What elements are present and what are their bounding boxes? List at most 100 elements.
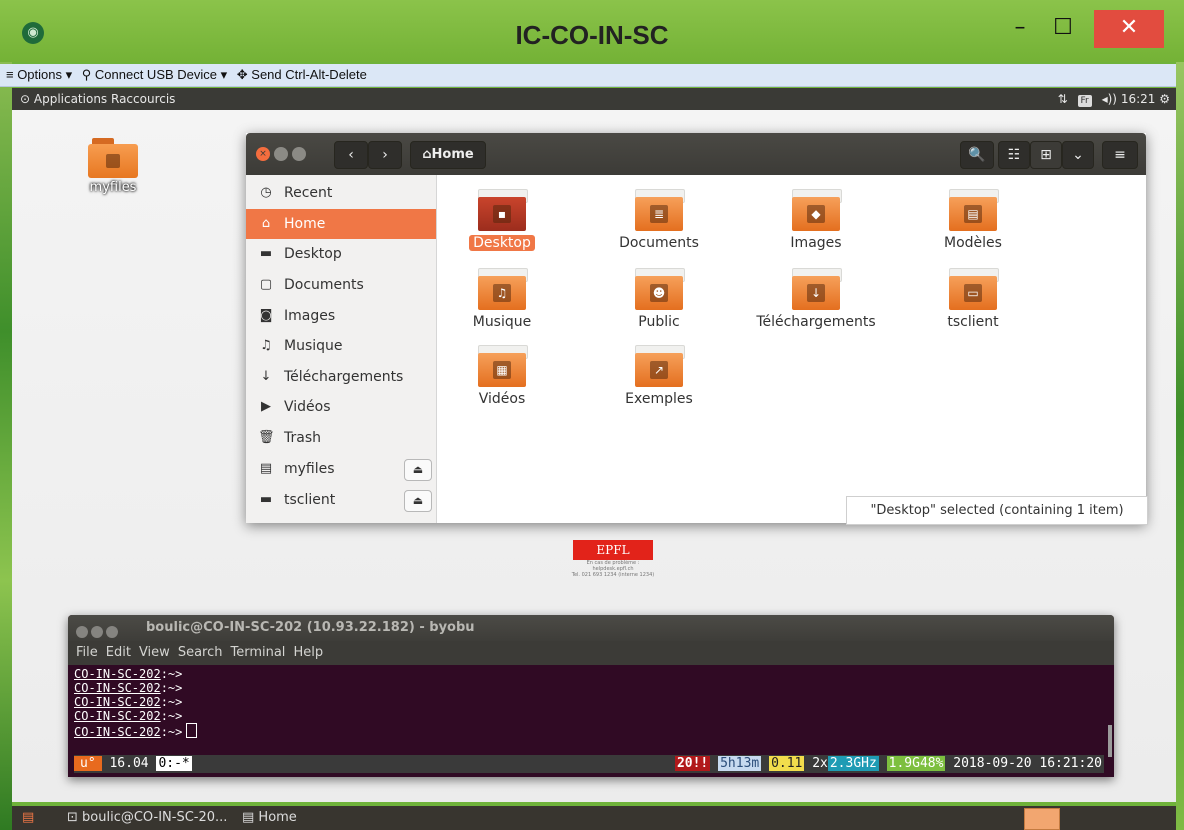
- sidebar-item-musique[interactable]: ♫ Musique: [246, 331, 436, 361]
- byobu-status-bar: u° 16.04 0:-* 20!! 5h13m 0.11 2x 2.3GHz 1…: [74, 755, 1104, 773]
- folder-label: Téléchargements: [756, 314, 876, 330]
- connect-usb-menu[interactable]: ⚲ Connect USB Device ▾: [82, 67, 227, 82]
- desktop-folder-icon: ▪: [478, 189, 528, 231]
- public-folder-icon: ☻: [635, 268, 685, 310]
- status-datetime: 2018-09-20 16:21:20: [953, 756, 1102, 771]
- terminal-output[interactable]: CO-IN-SC-202:~> CO-IN-SC-202:~> CO-IN-SC…: [74, 667, 1104, 757]
- sidebar-item-images[interactable]: ◙ Images: [246, 301, 436, 331]
- drive-icon: ▬: [259, 492, 273, 507]
- settings-gear-icon[interactable]: ⚙: [1159, 92, 1170, 106]
- raccourcis-menu[interactable]: Raccourcis: [111, 92, 175, 106]
- file-manager-window: × ‹ › ⌂Home 🔍 ☷ ⊞ ⌄ ≡ ◷ Recent ⌂ Home ▬ Des…: [246, 133, 1148, 525]
- sidebar-item-videos[interactable]: ▶ Vidéos: [246, 392, 436, 422]
- templates-folder-icon: ▤: [949, 189, 999, 231]
- sidebar: ◷ Recent ⌂ Home ▬ Desktop ▢ Documents ◙ Image…: [246, 175, 437, 523]
- epfl-logo: EPFL: [573, 540, 653, 560]
- keyboard-layout-indicator[interactable]: Fr: [1077, 95, 1092, 107]
- background-foliage-right: [1176, 0, 1184, 830]
- options-menu[interactable]: ≡ Options ▾: [6, 67, 72, 82]
- folder-item-public[interactable]: ☻ Public: [594, 268, 724, 330]
- sidebar-item-tsclient[interactable]: ▬ tsclient ⏏: [246, 485, 436, 515]
- folder-item-musique[interactable]: ♫ Musique: [437, 268, 567, 330]
- list-view-icon[interactable]: ☷: [998, 141, 1030, 169]
- folder-item-videos[interactable]: ▦ Vidéos: [437, 345, 567, 407]
- examples-folder-icon: ↗: [635, 345, 685, 387]
- folder-label: Documents: [619, 235, 699, 251]
- sidebar-item-home[interactable]: ⌂ Home: [246, 209, 436, 239]
- documents-folder-icon: ≣: [635, 189, 685, 231]
- sidebar-item-label: Recent: [284, 185, 333, 201]
- close-button[interactable]: ✕: [1094, 10, 1164, 48]
- eject-icon[interactable]: ⏏: [404, 459, 432, 481]
- status-updates: 20!!: [674, 756, 711, 771]
- window-titlebar[interactable]: ◉ IC-CO-IN-SC – ☐ ✕: [0, 0, 1184, 62]
- menu-terminal[interactable]: Terminal: [230, 645, 285, 660]
- status-window-tab[interactable]: 0:-*: [156, 756, 192, 771]
- sidebar-item-label: Vidéos: [284, 399, 331, 415]
- top-panel: ⊙ Applications Raccourcis ⇅ Fr ◂)) 16:21…: [12, 88, 1176, 110]
- file-manager-headerbar: × ‹ › ⌂Home 🔍 ☷ ⊞ ⌄ ≡: [246, 133, 1146, 175]
- desktop-icon: ▬: [259, 246, 273, 261]
- folder-item-images[interactable]: ◆ Images: [751, 189, 881, 251]
- taskbar-item-terminal[interactable]: ⊡ boulic@CO-IN-SC-20...: [67, 806, 227, 830]
- applications-menu[interactable]: ⊙ Applications: [20, 92, 107, 106]
- folder-item-desktop[interactable]: ▪ Desktop: [437, 189, 567, 251]
- fm-close-icon[interactable]: ×: [256, 147, 270, 161]
- sidebar-item-label: Musique: [284, 338, 343, 354]
- folder-item-documents[interactable]: ≣ Documents: [594, 189, 724, 251]
- clock[interactable]: 16:21: [1121, 92, 1156, 106]
- menu-help[interactable]: Help: [293, 645, 323, 660]
- menu-search[interactable]: Search: [178, 645, 223, 660]
- desktop-icon-myfiles[interactable]: myfiles: [78, 138, 148, 195]
- view-options-chevron-down-icon[interactable]: ⌄: [1062, 141, 1094, 169]
- sidebar-item-documents[interactable]: ▢ Documents: [246, 270, 436, 300]
- menu-edit[interactable]: Edit: [106, 645, 131, 660]
- show-desktop-icon[interactable]: ▤: [22, 806, 34, 830]
- forward-button[interactable]: ›: [368, 141, 402, 169]
- menu-view[interactable]: View: [139, 645, 170, 660]
- status-uptime: 5h13m: [718, 756, 762, 771]
- network-icon[interactable]: ⇅: [1058, 92, 1068, 106]
- folder-item-telechargements[interactable]: ↓ Téléchargements: [751, 268, 881, 330]
- images-folder-icon: ◆: [792, 189, 842, 231]
- send-ctrl-alt-delete-button[interactable]: ✥ Send Ctrl-Alt-Delete: [237, 67, 367, 82]
- menu-file[interactable]: File: [76, 645, 98, 660]
- sidebar-item-desktop[interactable]: ▬ Desktop: [246, 239, 436, 269]
- workspace-switcher[interactable]: [1024, 808, 1060, 830]
- fm-minimize-icon[interactable]: [274, 147, 288, 161]
- folder-item-exemples[interactable]: ↗ Exemples: [594, 345, 724, 407]
- viewer-toolbar: ≡ Options ▾ ⚲ Connect USB Device ▾ ✥ Sen…: [0, 64, 1176, 87]
- folder-label: Public: [638, 314, 680, 330]
- prompt-line: CO-IN-SC-202:~>: [74, 695, 183, 709]
- eject-icon[interactable]: ⏏: [404, 490, 432, 512]
- folder-label: Exemples: [625, 391, 693, 407]
- maximize-button[interactable]: ☐: [1043, 10, 1083, 48]
- sidebar-item-myfiles[interactable]: ▤ myfiles ⏏: [246, 454, 436, 484]
- music-icon: ♫: [260, 338, 272, 353]
- fm-maximize-icon[interactable]: [292, 147, 306, 161]
- remote-desktop: ⊙ Applications Raccourcis ⇅ Fr ◂)) 16:21…: [12, 88, 1176, 802]
- path-home-button[interactable]: ⌂Home: [410, 141, 486, 169]
- videos-folder-icon: ▦: [478, 345, 528, 387]
- folder-icon: [88, 138, 138, 178]
- back-button[interactable]: ‹: [334, 141, 368, 169]
- sidebar-item-recent[interactable]: ◷ Recent: [246, 178, 436, 208]
- grid-view-icon[interactable]: ⊞: [1030, 141, 1062, 169]
- folder-item-modeles[interactable]: ▤ Modèles: [908, 189, 1038, 251]
- downloads-folder-icon: ↓: [792, 268, 842, 310]
- terminal-titlebar[interactable]: boulic@CO-IN-SC-202 (10.93.22.182) - byo…: [68, 615, 1114, 641]
- selection-status: "Desktop" selected (containing 1 item): [846, 496, 1148, 525]
- folder-label: Musique: [472, 314, 532, 330]
- sidebar-item-trash[interactable]: 🗑 Trash: [246, 423, 436, 453]
- taskbar-item-home[interactable]: ▤ Home: [242, 806, 297, 830]
- hamburger-menu-icon[interactable]: ≡: [1102, 141, 1138, 169]
- minimize-button[interactable]: –: [1000, 10, 1040, 48]
- sidebar-item-telechargements[interactable]: ↓ Téléchargements: [246, 362, 436, 392]
- volume-icon[interactable]: ◂)): [1102, 92, 1117, 106]
- folder-item-tsclient[interactable]: ▭ tsclient: [908, 268, 1038, 330]
- terminal-window[interactable]: boulic@CO-IN-SC-202 (10.93.22.182) - byo…: [68, 615, 1114, 777]
- search-icon[interactable]: 🔍: [960, 141, 994, 169]
- bottom-taskbar: ▤ ⊡ boulic@CO-IN-SC-20... ▤ Home: [12, 806, 1176, 830]
- status-cpu-count: 2x: [812, 756, 828, 771]
- terminal-scrollbar[interactable]: [1108, 725, 1112, 757]
